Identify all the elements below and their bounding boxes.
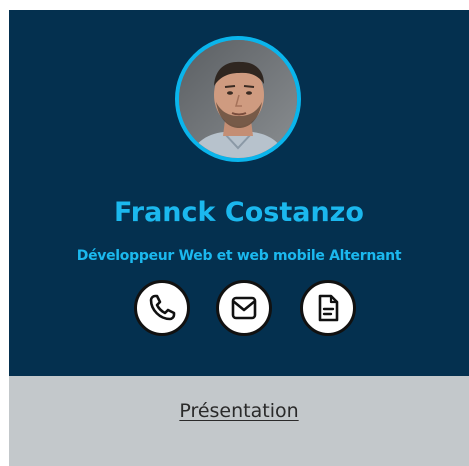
mail-icon [231,296,257,320]
profile-header: Franck Costanzo Développeur Web et web m… [9,10,469,376]
avatar-photo [179,40,297,158]
contact-buttons [9,280,469,340]
profile-job-title: Développeur Web et web mobile Alternant [76,248,402,264]
document-button[interactable] [300,280,356,336]
profile-name: Franck Costanzo [114,197,364,228]
mail-button[interactable] [216,280,272,336]
profile-card: Franck Costanzo Développeur Web et web m… [9,10,469,466]
phone-icon [149,294,176,321]
avatar [175,36,301,162]
phone-button[interactable] [134,280,190,336]
section-bar: Présentation [9,376,469,466]
presentation-link[interactable]: Présentation [9,398,469,424]
document-icon [318,294,339,322]
